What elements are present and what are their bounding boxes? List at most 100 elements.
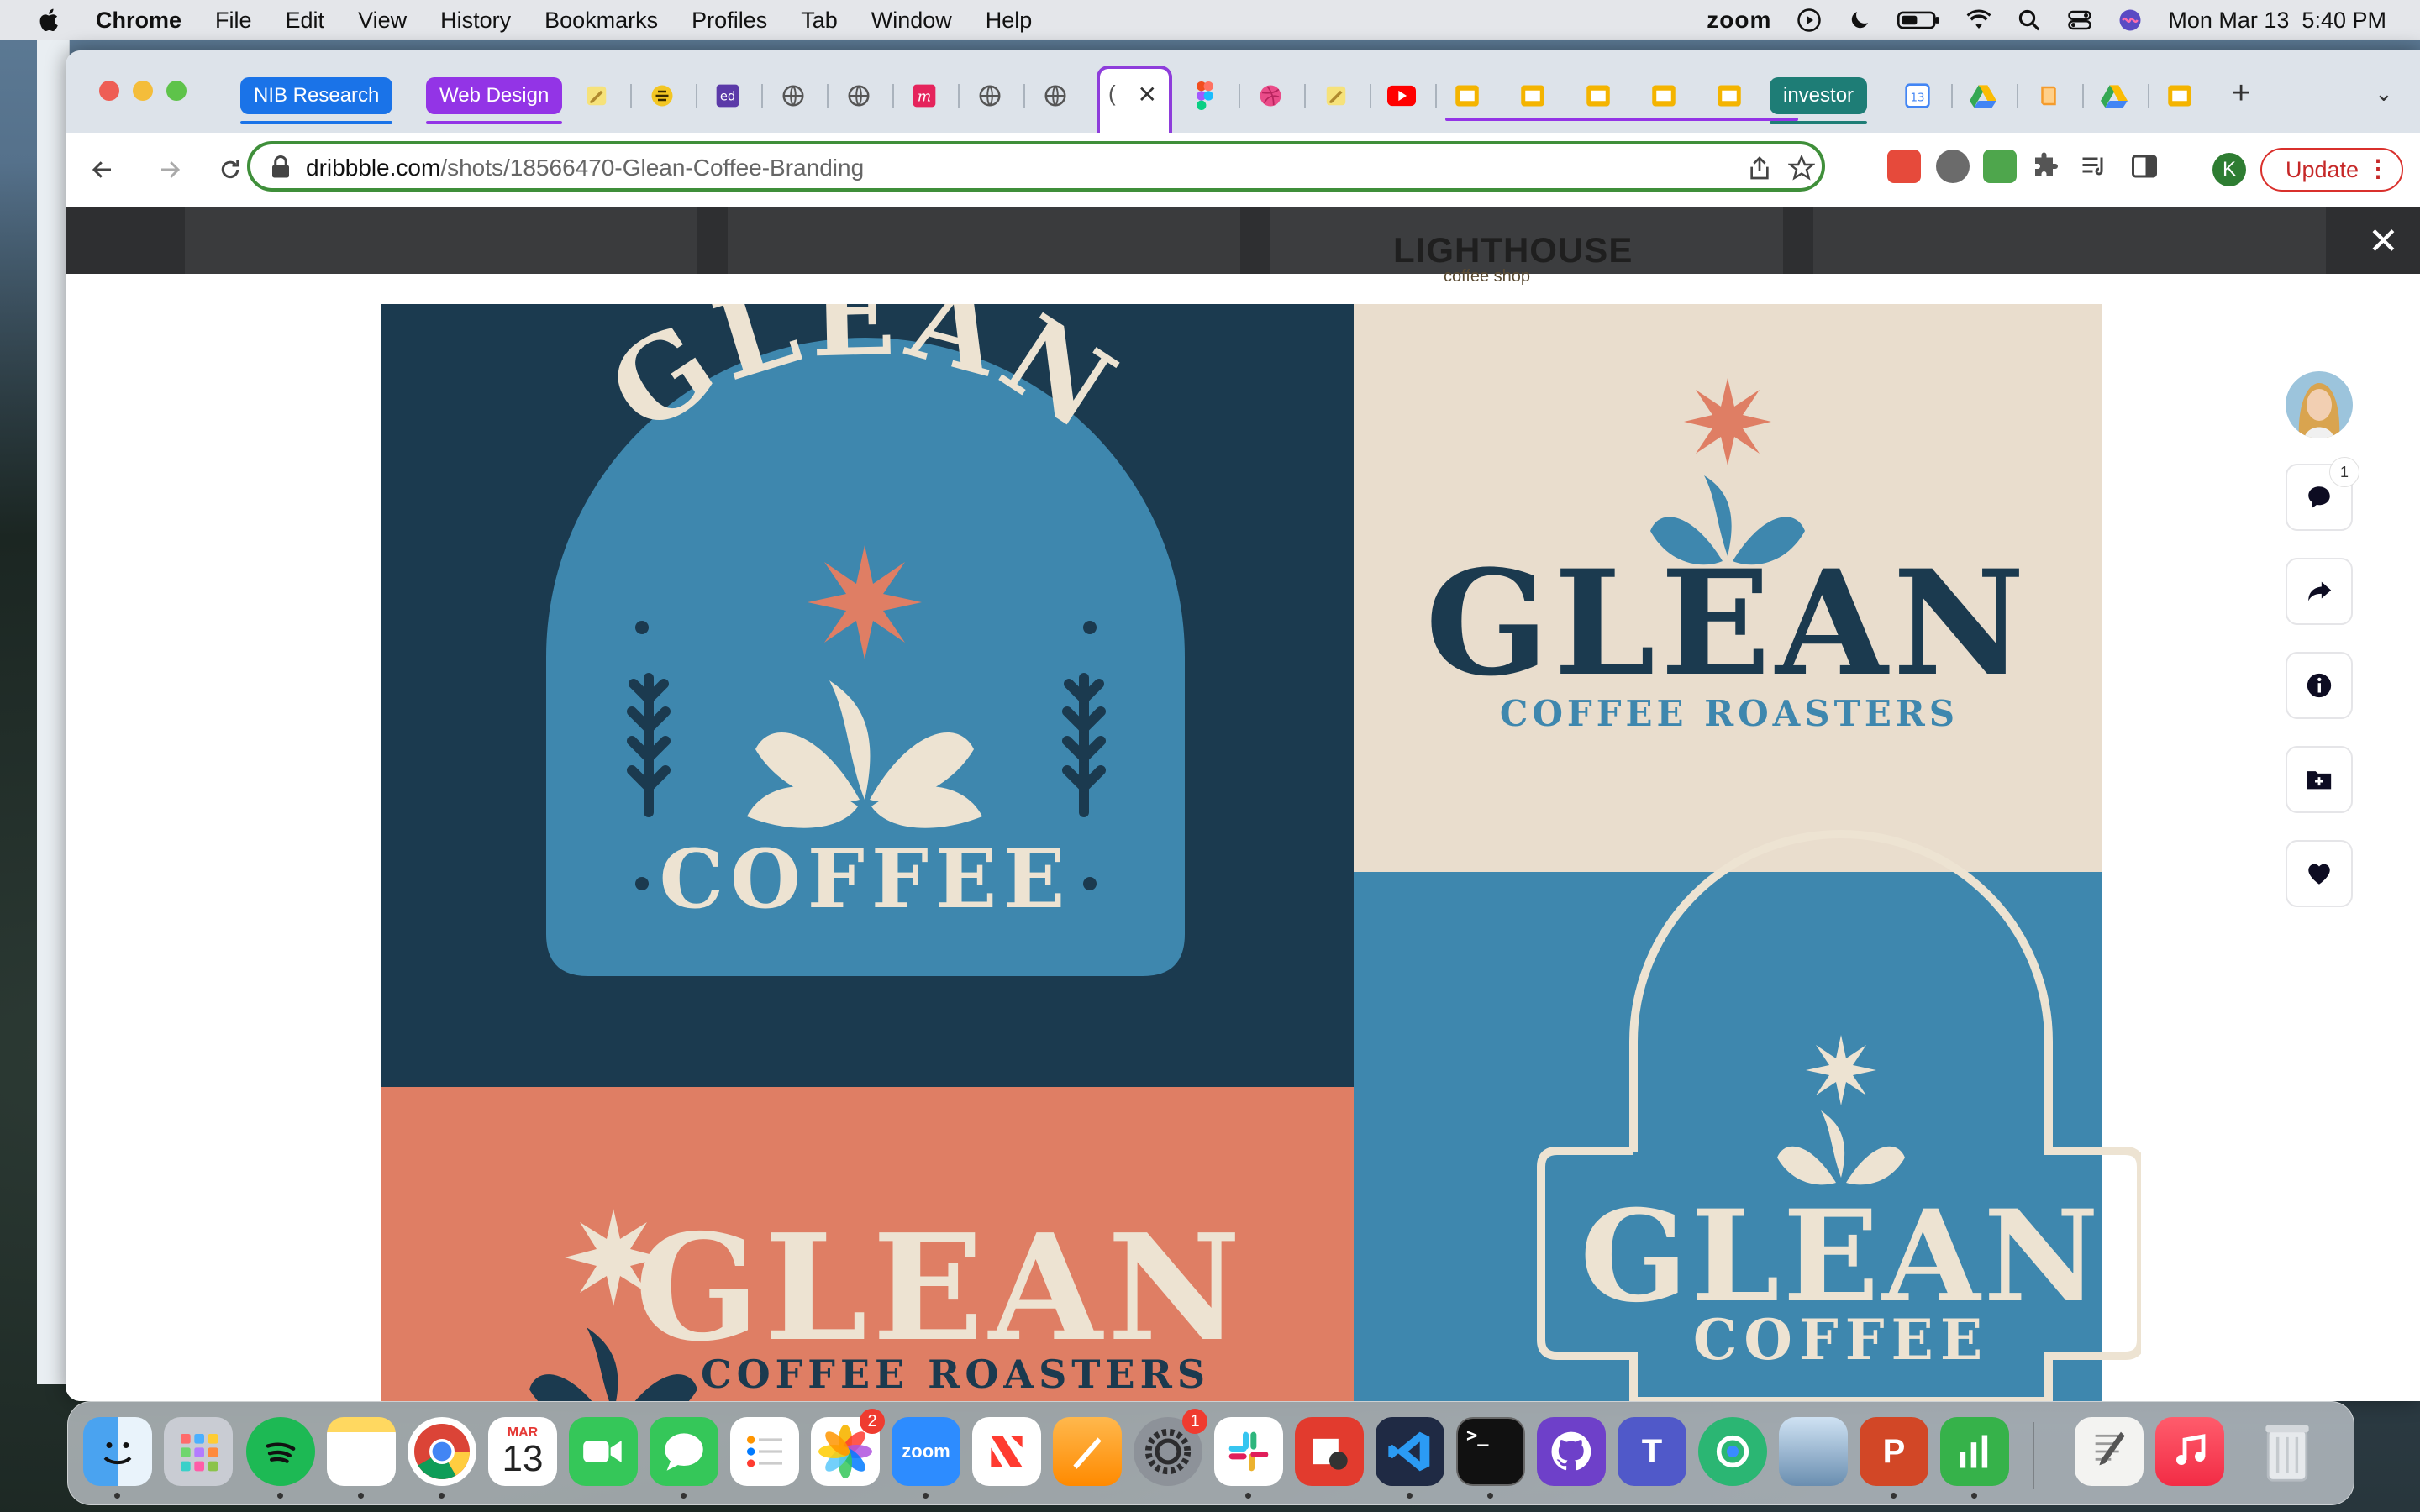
menu-app-name[interactable]: Chrome xyxy=(96,8,182,34)
youtube-tab-icon[interactable] xyxy=(1385,79,1418,113)
news-dock-icon[interactable] xyxy=(972,1417,1041,1486)
notes-tab-icon-2[interactable] xyxy=(1319,79,1353,113)
share-button[interactable] xyxy=(2286,558,2353,625)
tab-group-nib-research[interactable]: NIB Research xyxy=(240,77,393,124)
tab-group-investor[interactable]: investor xyxy=(1770,77,1868,124)
menu-window[interactable]: Window xyxy=(871,8,952,34)
like-button[interactable] xyxy=(2286,840,2353,907)
tab-search-button[interactable]: ⌄ xyxy=(2375,81,2393,107)
menu-profiles[interactable]: Profiles xyxy=(692,8,767,34)
preview-dock-icon[interactable] xyxy=(1779,1417,1848,1486)
play-icon[interactable] xyxy=(1797,8,1822,33)
control-center-icon[interactable] xyxy=(2067,8,2092,33)
tab-group-web-design[interactable]: Web Design xyxy=(426,77,563,124)
menu-file[interactable]: File xyxy=(215,8,252,34)
reload-button[interactable] xyxy=(212,151,249,188)
chrome-menu-icon[interactable]: ⋮ xyxy=(2366,155,2390,182)
bee-tab-icon[interactable] xyxy=(645,79,679,113)
globe-tab-icon-4[interactable] xyxy=(1039,79,1072,113)
menu-tab[interactable]: Tab xyxy=(801,8,838,34)
calendar-tab-icon[interactable]: 13 xyxy=(1901,79,1934,113)
close-tab-icon[interactable]: ✕ xyxy=(1138,81,1157,108)
photo-booth-dock-icon[interactable] xyxy=(1295,1417,1364,1486)
find-my-dock-icon[interactable] xyxy=(1698,1417,1767,1486)
back-button[interactable] xyxy=(84,151,121,188)
menu-help[interactable]: Help xyxy=(986,8,1033,34)
extensions-puzzle-icon[interactable] xyxy=(2030,151,2060,186)
reminders-dock-icon[interactable] xyxy=(730,1417,799,1486)
close-window-button[interactable] xyxy=(99,81,119,101)
bookmark-star-icon[interactable] xyxy=(1788,155,1815,181)
facetime-dock-icon[interactable] xyxy=(569,1417,638,1486)
spotify-dock-icon[interactable] xyxy=(246,1417,315,1486)
notes-tab-icon[interactable] xyxy=(580,79,613,113)
slides-tab-icon-1[interactable] xyxy=(1450,79,1484,113)
vscode-dock-icon[interactable] xyxy=(1376,1417,1444,1486)
slides-tab-icon-5[interactable] xyxy=(1712,79,1746,113)
slides-tab-icon-4[interactable] xyxy=(1647,79,1681,113)
close-modal-button[interactable]: ✕ xyxy=(2368,220,2399,263)
trash-dock-icon[interactable] xyxy=(2253,1417,2322,1486)
slides-tab-icon-2[interactable] xyxy=(1516,79,1549,113)
launchpad-dock-icon[interactable] xyxy=(164,1417,233,1486)
siri-icon[interactable] xyxy=(2118,8,2143,33)
chrome-dock-icon[interactable] xyxy=(408,1417,476,1486)
designer-avatar[interactable] xyxy=(2286,371,2353,438)
url-text[interactable]: dribbble.com/shots/18566470-Glean-Coffee… xyxy=(306,155,864,181)
powerpoint-dock-icon[interactable]: P xyxy=(1860,1417,1928,1486)
figma-tab-icon[interactable] xyxy=(1188,79,1222,113)
globe-tab-icon-2[interactable] xyxy=(842,79,876,113)
drive-tab-icon-2[interactable] xyxy=(2097,79,2131,113)
slack-dock-icon[interactable] xyxy=(1214,1417,1283,1486)
frog-extension-icon[interactable] xyxy=(1983,150,2017,183)
search-icon[interactable] xyxy=(2017,8,2042,33)
moon-icon[interactable] xyxy=(1847,8,1872,33)
new-tab-button[interactable]: + xyxy=(2232,76,2250,112)
clock-datetime[interactable]: Mon Mar 13 5:40 PM xyxy=(2168,8,2386,34)
forward-button[interactable] xyxy=(151,151,188,188)
menu-view[interactable]: View xyxy=(358,8,407,34)
m-tab-icon[interactable]: m xyxy=(908,79,941,113)
terminal-dock-icon[interactable]: >_ xyxy=(1456,1417,1525,1486)
save-to-collection-button[interactable] xyxy=(2286,746,2353,813)
zoom-window-button[interactable] xyxy=(166,81,187,101)
active-tab[interactable]: ( ✕ xyxy=(1097,66,1172,133)
tomato-extension-icon[interactable] xyxy=(1887,150,1921,183)
finder-dock-icon[interactable] xyxy=(83,1417,152,1486)
apple-icon[interactable] xyxy=(35,6,64,34)
dribbble-tab-icon[interactable] xyxy=(1254,79,1287,113)
comments-button[interactable]: 1 xyxy=(2286,457,2360,531)
minimize-window-button[interactable] xyxy=(133,81,153,101)
profile-avatar[interactable]: K xyxy=(2212,153,2246,186)
battery-icon[interactable] xyxy=(1897,8,1941,33)
ed-tab-icon[interactable]: ed xyxy=(711,79,744,113)
messages-dock-icon[interactable] xyxy=(650,1417,718,1486)
spy-extension-icon[interactable] xyxy=(1936,150,1970,183)
menu-bookmarks[interactable]: Bookmarks xyxy=(544,8,658,34)
reading-list-icon[interactable] xyxy=(2079,151,2109,186)
update-chrome-button[interactable]: Update ⋮ xyxy=(2260,148,2403,192)
books-tab-icon[interactable] xyxy=(2032,79,2065,113)
github-dock-icon[interactable] xyxy=(1537,1417,1606,1486)
menu-history[interactable]: History xyxy=(440,8,511,34)
zoom-dock-icon[interactable]: zoom xyxy=(892,1417,960,1486)
numbers-dock-icon[interactable] xyxy=(1940,1417,2009,1486)
globe-tab-icon-3[interactable] xyxy=(973,79,1007,113)
globe-tab-icon-1[interactable] xyxy=(776,79,810,113)
slides-tab-icon-3[interactable] xyxy=(1581,79,1615,113)
teams-dock-icon[interactable]: T xyxy=(1618,1417,1686,1486)
textedit-dock-icon[interactable] xyxy=(2075,1417,2144,1486)
share-icon[interactable] xyxy=(1746,155,1773,181)
drive-tab-icon-1[interactable] xyxy=(1966,79,2000,113)
calendar-dock-icon[interactable]: MAR 13 xyxy=(488,1417,557,1486)
lock-icon[interactable] xyxy=(269,155,292,180)
wifi-icon[interactable] xyxy=(1966,8,1991,33)
menu-edit[interactable]: Edit xyxy=(286,8,325,34)
info-button[interactable] xyxy=(2286,652,2353,719)
music-dock-icon[interactable] xyxy=(2155,1417,2224,1486)
zoom-status-item[interactable]: zoom xyxy=(1707,7,1771,34)
notes-dock-icon[interactable] xyxy=(327,1417,396,1486)
side-panel-icon[interactable] xyxy=(2129,151,2160,186)
address-bar[interactable]: dribbble.com/shots/18566470-Glean-Coffee… xyxy=(247,141,1825,192)
slides-tab-icon-6[interactable] xyxy=(2163,79,2196,113)
